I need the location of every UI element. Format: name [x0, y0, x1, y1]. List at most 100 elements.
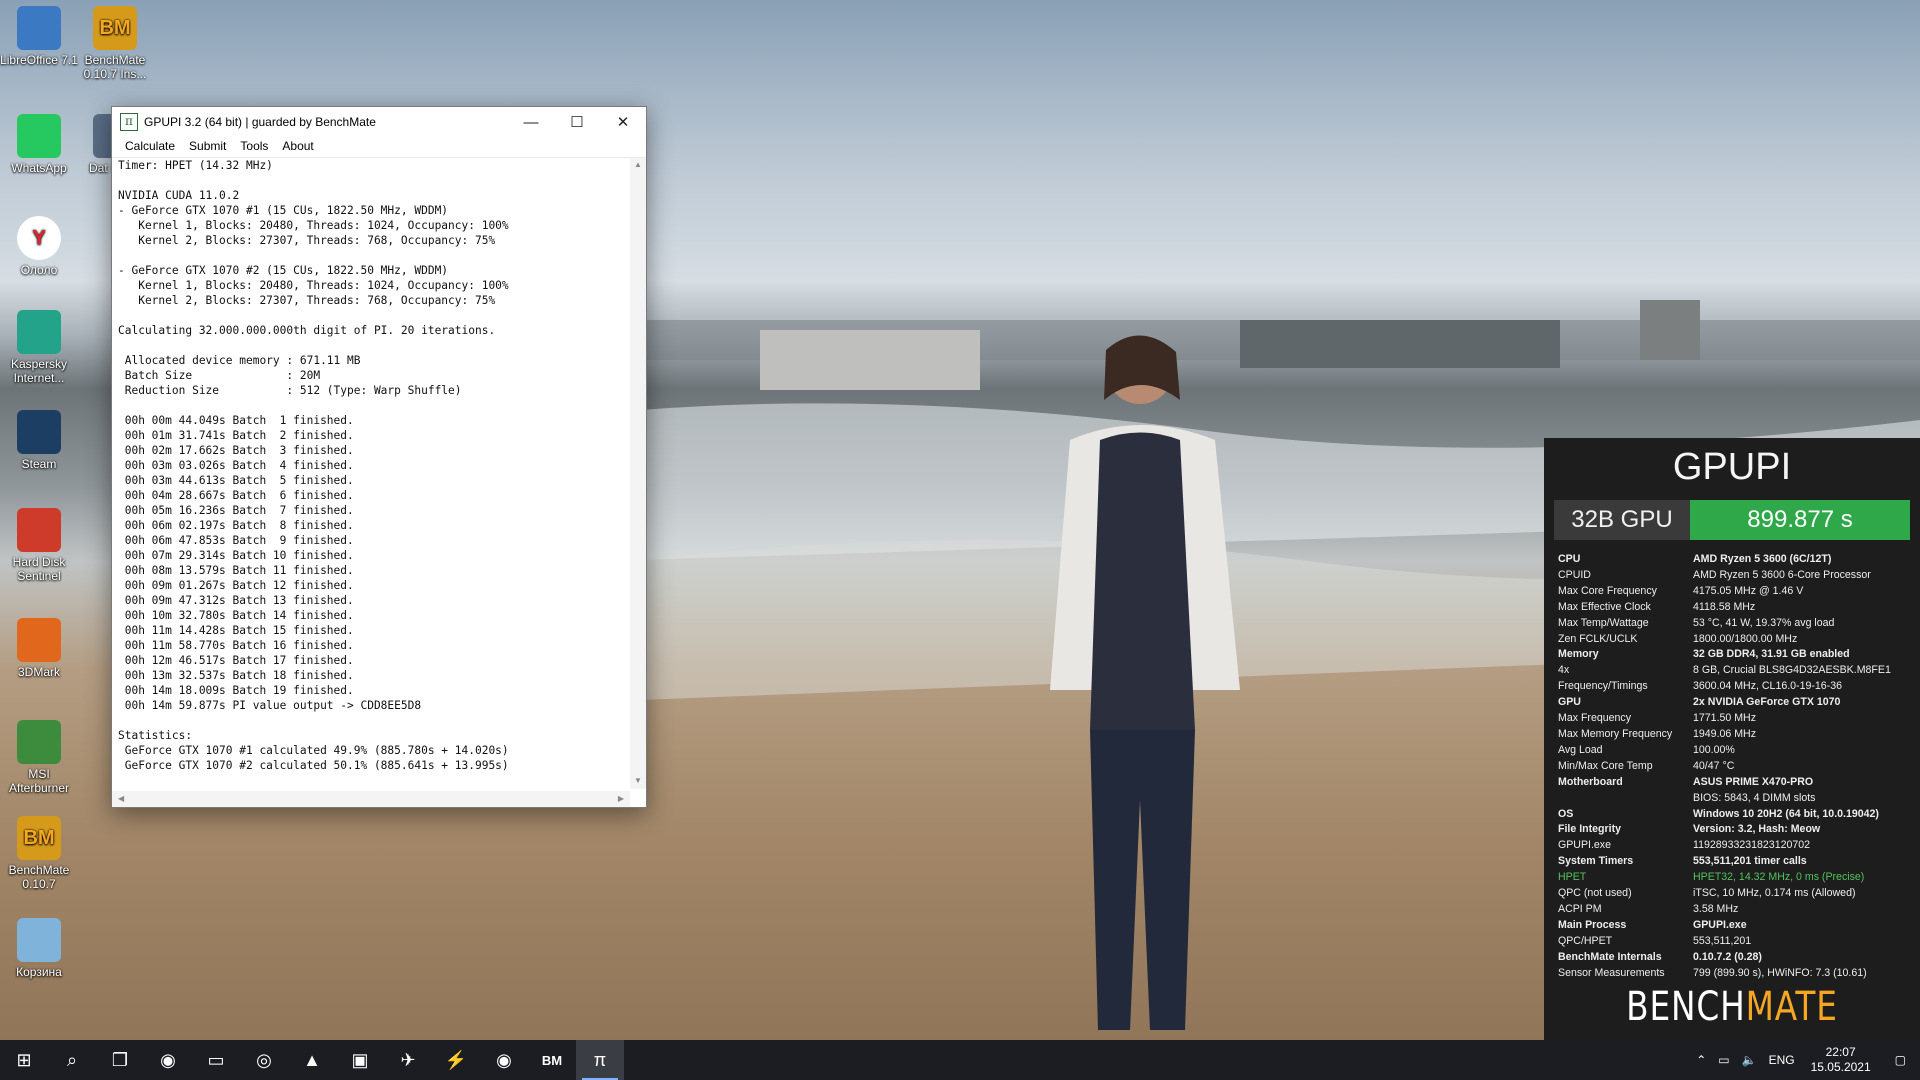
- info-key: OS: [1558, 807, 1574, 820]
- menu-calculate[interactable]: Calculate: [118, 137, 182, 157]
- info-row: Sensor Measurements 799 (899.90 s), HWiNF…: [1558, 966, 1920, 982]
- taskbar: ⊞ ⌕ ❐ ◉ ▭ ◎ ▲ ▣ ✈ ⚡ ◉ BM π ⌃ ▭ 🔈 ENG 22:07 15.05.202…: [0, 1040, 1920, 1080]
- vertical-scrollbar[interactable]: ▲ ▼: [630, 158, 646, 789]
- info-row: Frequency/Timings 3600.04 MHz, CL16.0-19-…: [1558, 679, 1920, 695]
- info-key: Max Frequency: [1558, 712, 1632, 725]
- taskbar-item[interactable]: ▭: [192, 1040, 240, 1080]
- taskbar-item[interactable]: ◎: [240, 1040, 288, 1080]
- notifications-icon[interactable]: ▢: [1881, 1053, 1920, 1067]
- console-line: Kernel 2, Blocks: 27307, Threads: 768, O…: [118, 294, 496, 307]
- language-indicator[interactable]: ENG: [1763, 1053, 1801, 1067]
- info-row: Memory 32 GB DDR4, 31.91 GB enabled: [1558, 647, 1920, 663]
- horizontal-scrollbar[interactable]: ◀ ▶: [112, 791, 630, 807]
- desktop-icon[interactable]: WhatsApp: [0, 114, 78, 175]
- volume-icon[interactable]: 🔈: [1736, 1053, 1763, 1067]
- desktop-icon[interactable]: Hard Disk Sentinel: [0, 508, 78, 583]
- taskbar-item[interactable]: ◉: [480, 1040, 528, 1080]
- info-row: OS Windows 10 20H2 (64 bit, 10.0.19042): [1558, 807, 1920, 823]
- gpupi-window[interactable]: π GPUPI 3.2 (64 bit) | guarded by BenchM…: [111, 106, 647, 808]
- network-icon[interactable]: ▭: [1712, 1053, 1735, 1067]
- info-key: Sensor Measurements: [1558, 966, 1665, 979]
- info-key: Zen FCLK/UCLK: [1558, 632, 1638, 645]
- taskbar-item[interactable]: ▣: [336, 1040, 384, 1080]
- info-key: CPUID: [1558, 568, 1591, 581]
- desktop-icon[interactable]: BM BenchMate 0.10.7 Ins...: [76, 6, 154, 81]
- console-line: 00h 08m 13.579s Batch 11 finished.: [118, 564, 354, 577]
- console-line: 00h 13m 32.537s Batch 18 finished.: [118, 669, 354, 682]
- console-line: 00h 02m 17.662s Batch 3 finished.: [118, 444, 354, 457]
- search-icon: ⌕: [66, 1049, 78, 1070]
- taskbar-item[interactable]: ◉: [144, 1040, 192, 1080]
- desktop-icon[interactable]: Корзина: [0, 918, 78, 979]
- chevron-up-icon[interactable]: ⌃: [1690, 1053, 1712, 1067]
- info-key: Min/Max Core Temp: [1558, 759, 1653, 772]
- desktop-icon-label: 3DMark: [17, 665, 60, 679]
- scroll-up-icon[interactable]: ▲: [630, 160, 646, 169]
- info-row: Zen FCLK/UCLK 1800.00/1800.00 MHz: [1558, 632, 1920, 648]
- system-info-list: CPU AMD Ryzen 5 3600 (6C/12T) CPUID AMD Ryz…: [1558, 552, 1920, 981]
- desktop-icon[interactable]: LibreOffice 7.1: [0, 6, 78, 67]
- benchmate-icon: BM: [541, 1052, 563, 1068]
- lightning-app-icon: ⚡: [444, 1049, 468, 1070]
- minimize-button[interactable]: —: [508, 107, 554, 137]
- console-line: - GeForce GTX 1070 #2 (15 CUs, 1822.50 M…: [118, 264, 449, 277]
- desktop-icon[interactable]: 3DMark: [0, 618, 78, 679]
- info-value: AMD Ryzen 5 3600 6-Core Processor: [1693, 568, 1871, 581]
- scroll-left-icon[interactable]: ◀: [118, 794, 124, 803]
- steam-icon: ◉: [160, 1049, 176, 1070]
- desktop-icon-label: BenchMate 0.10.7: [8, 863, 70, 891]
- info-value: 3600.04 MHz, CL16.0-19-16-36: [1693, 680, 1842, 693]
- taskbar-item[interactable]: π: [576, 1040, 624, 1080]
- info-row: Avg Load 100.00%: [1558, 743, 1920, 759]
- taskbar-item[interactable]: ⚡: [432, 1040, 480, 1080]
- console-line: NVIDIA CUDA 11.0.2: [118, 189, 240, 202]
- desktop-icon-label: Ололо: [20, 263, 58, 277]
- clock[interactable]: 22:07 15.05.2021: [1801, 1045, 1881, 1075]
- menu-tools[interactable]: Tools: [233, 137, 275, 157]
- desktop-icon[interactable]: BM BenchMate 0.10.7: [0, 816, 78, 891]
- console-line: Kernel 1, Blocks: 20480, Threads: 1024, …: [118, 219, 509, 232]
- console-line: 00h 04m 28.667s Batch 6 finished.: [118, 489, 354, 502]
- info-row: Motherboard ASUS PRIME X470-PRO: [1558, 775, 1920, 791]
- info-row: Min/Max Core Temp 40/47 °C: [1558, 759, 1920, 775]
- close-button[interactable]: ✕: [600, 107, 646, 137]
- scroll-down-icon[interactable]: ▼: [630, 776, 646, 785]
- taskbar-item[interactable]: BM: [528, 1040, 576, 1080]
- taskbar-item[interactable]: ✈: [384, 1040, 432, 1080]
- info-row: CPU AMD Ryzen 5 3600 (6C/12T): [1558, 552, 1920, 568]
- taskbar-item[interactable]: ⊞: [0, 1040, 48, 1080]
- desktop-icon[interactable]: Kaspersky Internet...: [0, 310, 78, 385]
- menu-submit[interactable]: Submit: [182, 137, 233, 157]
- info-row: Main Process GPUPI.exe: [1558, 918, 1920, 934]
- console-line: 00h 10m 32.780s Batch 14 finished.: [118, 609, 354, 622]
- console-line: 00h 09m 01.267s Batch 12 finished.: [118, 579, 354, 592]
- recycle-bin-icon: [17, 918, 61, 962]
- telegram-icon: ✈: [400, 1049, 416, 1070]
- info-row: Max Memory Frequency 1949.06 MHz: [1558, 727, 1920, 743]
- info-row: GPU 2x NVIDIA GeForce GTX 1070: [1558, 695, 1920, 711]
- desktop-icon-label: Hard Disk Sentinel: [12, 555, 66, 583]
- yandex-browser-icon: Y: [17, 216, 61, 260]
- desktop-icon[interactable]: MSI Afterburner: [0, 720, 78, 795]
- title-bar[interactable]: π GPUPI 3.2 (64 bit) | guarded by BenchM…: [112, 107, 646, 137]
- console-output[interactable]: Timer: HPET (14.32 MHz) NVIDIA CUDA 11.0.…: [118, 158, 626, 788]
- menu-about[interactable]: About: [275, 137, 320, 157]
- benchmate-overlay: GPUPI 32B GPU 899.877 s CPU AMD Ryzen 5 3…: [1544, 438, 1920, 1040]
- info-row: File Integrity Version: 3.2, Hash: Meow: [1558, 822, 1920, 838]
- info-value: Windows 10 20H2 (64 bit, 10.0.19042): [1693, 807, 1879, 820]
- taskbar-item[interactable]: ❐: [96, 1040, 144, 1080]
- console-line: 00h 06m 47.853s Batch 9 finished.: [118, 534, 354, 547]
- desktop-icon-label: LibreOffice 7.1: [0, 53, 78, 67]
- score-label: 32B GPU: [1554, 500, 1690, 540]
- desktop-icon[interactable]: Y Ололо: [0, 216, 78, 277]
- desktop-icon[interactable]: Steam: [0, 410, 78, 471]
- scroll-right-icon[interactable]: ▶: [618, 794, 624, 803]
- maximize-button[interactable]: ☐: [554, 107, 600, 137]
- taskbar-item[interactable]: ⌕: [48, 1040, 96, 1080]
- console-line: Batch Size : 20M: [118, 369, 321, 382]
- console-line: 00h 11m 58.770s Batch 16 finished.: [118, 639, 354, 652]
- info-value: 32 GB DDR4, 31.91 GB enabled: [1693, 648, 1850, 661]
- taskbar-item[interactable]: ▲: [288, 1040, 336, 1080]
